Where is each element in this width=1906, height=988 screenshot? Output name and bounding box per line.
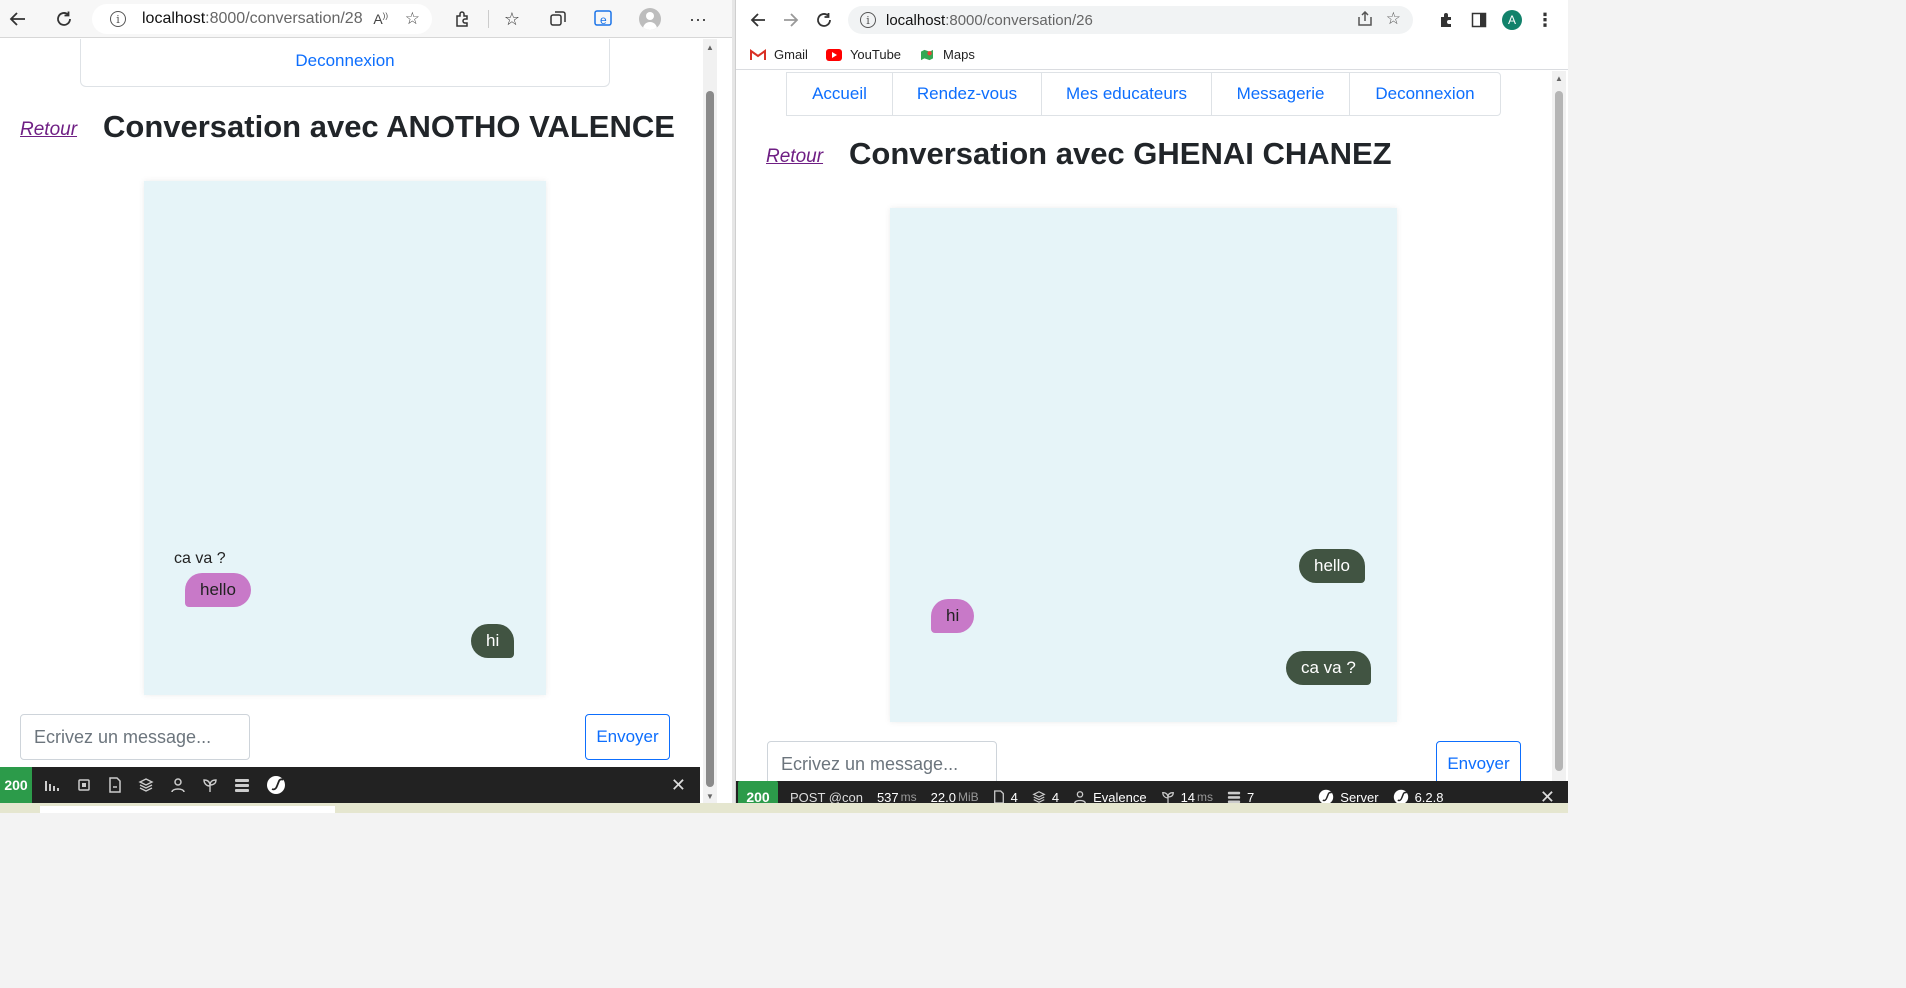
scroll-up-icon[interactable]: ▲ [706, 43, 714, 52]
chrome-toolbar: i localhost:8000/conversation/26 ☆ A ⋮ [736, 0, 1568, 40]
send-button[interactable]: Envoyer [585, 714, 670, 760]
user-icon[interactable] [170, 777, 186, 793]
chrome-window: i localhost:8000/conversation/26 ☆ A ⋮ [735, 0, 1568, 813]
share-icon[interactable] [1357, 10, 1373, 31]
forms-icon [993, 790, 1005, 804]
nav-home[interactable]: Accueil [786, 72, 893, 116]
bookmark-youtube[interactable]: YouTube [825, 47, 901, 62]
address-bar[interactable]: i localhost:8000/conversation/26 ☆ [848, 6, 1413, 34]
favorites-icon[interactable]: ☆ [498, 5, 526, 33]
back-link[interactable]: Retour [20, 119, 77, 141]
bookmarks-bar: Gmail YouTube Maps [736, 40, 1568, 70]
nav-educators[interactable]: Mes educateurs [1041, 72, 1212, 116]
bookmark-star-icon[interactable]: ☆ [1386, 9, 1401, 29]
refresh-icon[interactable] [50, 5, 78, 33]
desktop-strip [0, 803, 1568, 813]
layers-icon [1032, 790, 1046, 804]
scroll-up-icon[interactable]: ▲ [1555, 74, 1563, 83]
side-panel-icon[interactable] [1465, 6, 1493, 34]
page-title: Conversation avec ANOTHO VALENCE [103, 109, 675, 144]
extensions-icon[interactable] [448, 5, 476, 33]
site-info-icon[interactable]: i [110, 11, 126, 27]
nav-messages[interactable]: Messagerie [1211, 72, 1350, 116]
refresh-icon[interactable] [810, 6, 838, 34]
address-host: localhost [886, 11, 946, 29]
message-bubble-out: hi [471, 624, 515, 658]
symfony-debug-bar: 200 ✕ [0, 767, 700, 803]
close-icon[interactable]: ✕ [671, 775, 686, 796]
back-icon[interactable] [744, 6, 772, 34]
more-menu-icon[interactable]: ··· [684, 5, 712, 33]
message-plain: ca va ? [174, 550, 226, 567]
performance-icon[interactable] [44, 777, 60, 793]
twig-icon [1161, 790, 1175, 804]
toolbar-separator [488, 10, 489, 28]
profile-avatar[interactable] [636, 5, 664, 33]
user-icon [1073, 790, 1087, 804]
site-info-icon[interactable]: i [860, 12, 876, 28]
scrollbar[interactable]: ▲ ▼ [703, 39, 717, 803]
address-path: :8000/conversation/26 [945, 11, 1093, 29]
read-aloud-icon[interactable]: A)) [373, 11, 388, 27]
nav-logout[interactable]: Deconnexion [80, 39, 610, 87]
edge-toolbar: i localhost:8000/conversation/28 A)) ☆ ☆… [0, 0, 732, 38]
right-page: Accueil Rendez-vous Mes educateurs Messa… [736, 71, 1568, 813]
left-page: Deconnexion Retour Conversation avec ANO… [0, 39, 732, 767]
chat-box: ca va ? hello hi [144, 181, 546, 695]
database-icon [1227, 790, 1241, 804]
nav-appointments[interactable]: Rendez-vous [892, 72, 1042, 116]
bookmark-maps[interactable]: Maps [919, 47, 975, 62]
svg-text:e: e [600, 13, 607, 27]
message-input[interactable]: Ecrivez un message... [20, 714, 250, 760]
chat-box: hello hi ca va ? [890, 208, 1397, 722]
forward-icon[interactable] [777, 6, 805, 34]
symfony-logo-icon[interactable] [266, 775, 286, 795]
more-menu-icon[interactable]: ⋮ [1531, 6, 1559, 34]
address-path: :8000/conversation/28 [205, 10, 363, 27]
twig-icon[interactable] [202, 777, 218, 793]
screen: i localhost:8000/conversation/28 A)) ☆ ☆… [0, 0, 1568, 813]
back-icon[interactable] [4, 5, 32, 33]
nav-logout[interactable]: Deconnexion [1349, 72, 1501, 116]
scrollbar[interactable]: ▲ [1552, 71, 1566, 781]
scroll-down-icon[interactable]: ▼ [706, 792, 714, 801]
cpu-icon[interactable] [76, 777, 92, 793]
extensions-icon[interactable] [1432, 6, 1460, 34]
page-title: Conversation avec GHENAI CHANEZ [849, 136, 1392, 171]
message-bubble-in: hi [931, 599, 975, 633]
profile-initial: A [1502, 10, 1522, 30]
collections-icon[interactable] [544, 5, 572, 33]
layers-icon[interactable] [138, 777, 154, 793]
message-bubble-out: hello [1299, 549, 1365, 583]
profile-avatar[interactable]: A [1498, 6, 1526, 34]
scrollbar-thumb[interactable] [1555, 91, 1563, 771]
back-link[interactable]: Retour [766, 146, 823, 168]
message-bubble-out: ca va ? [1286, 651, 1371, 685]
scrollbar-thumb[interactable] [706, 91, 714, 787]
add-favorite-icon[interactable]: ☆ [405, 9, 420, 29]
edge-window: i localhost:8000/conversation/28 A)) ☆ ☆… [0, 0, 732, 813]
bookmark-gmail[interactable]: Gmail [750, 47, 808, 62]
database-icon[interactable] [234, 777, 250, 793]
ie-mode-icon[interactable]: e [590, 5, 618, 33]
status-badge[interactable]: 200 [0, 767, 32, 803]
message-bubble-in: hello [185, 573, 251, 607]
address-host: localhost [142, 10, 206, 27]
address-bar[interactable]: i localhost:8000/conversation/28 A)) ☆ [92, 4, 432, 34]
forms-icon[interactable] [108, 777, 122, 793]
